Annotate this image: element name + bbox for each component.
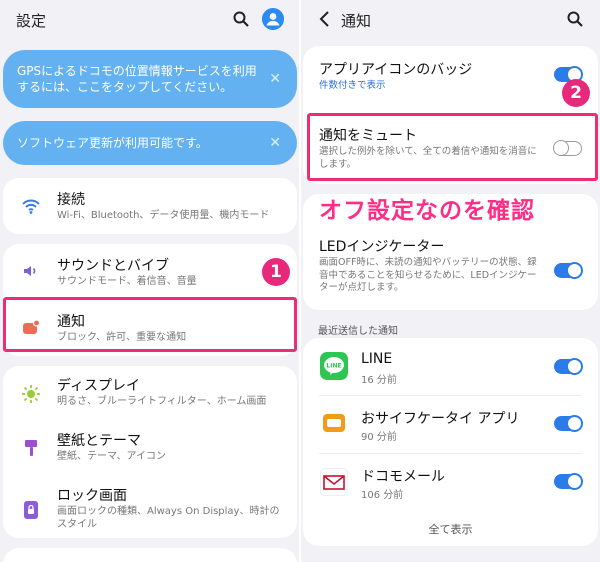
app-icon-badge-row[interactable]: アプリアイコンのバッジ 件数付きで表示 [303,46,598,104]
settings-item-wallpaper[interactable]: 壁紙とテーマ 壁紙、テーマ、アイコン [3,422,297,478]
mute-highlight [307,113,598,181]
recent-notifications-label: 最近送信した通知 [318,326,398,337]
led-indicator-row[interactable]: LEDインジケーター 画面OFF時に、未読の通知やバッテリーの状態、録音中である… [303,230,598,310]
page-title: 通知 [341,12,372,30]
show-all-link[interactable]: 全て表示 [303,521,598,537]
settings-item-subtitle: サウンドモード、着信音、音量 [57,276,197,287]
docomo-mail-icon [320,468,348,496]
brightness-icon [22,385,40,403]
update-banner-text: ソフトウェア更新が利用可能です。 [17,136,208,150]
settings-item-subtitle: 画面ロックの種類、Always On Display、時計のスタイル [57,506,280,530]
settings-item-connection[interactable]: 接続 Wi-Fi、Bluetooth、データ使用量、機内モード [3,178,297,234]
settings-card-connection: 接続 Wi-Fi、Bluetooth、データ使用量、機内モード [3,178,297,234]
update-banner[interactable]: ソフトウェア更新が利用可能です。 ✕ [3,121,297,165]
back-arrow-icon[interactable] [317,9,333,29]
app-toggle[interactable] [554,415,583,432]
step-2-badge: 2 [562,79,590,107]
settings-item-lockscreen[interactable]: ロック画面 画面ロックの種類、Always On Display、時計のスタイル [3,478,297,538]
led-toggle[interactable] [554,262,583,279]
annotation-caption: オフ設定なのを確認 [319,198,535,224]
app-toggle[interactable] [554,358,583,375]
speaker-icon [24,266,36,276]
settings-item-subtitle: 壁紙、テーマ、アイコン [57,451,166,462]
page-title: 設定 [16,12,47,30]
settings-item-subtitle: 明るさ、ブルーライトフィルター、ホーム画面 [57,396,267,407]
settings-panel: 設定 GPSによるドコモの位置情報サービスを利用するには、ここをタップしてくださ… [0,0,300,562]
settings-header: 設定 [0,0,300,40]
gps-banner[interactable]: GPSによるドコモの位置情報サービスを利用するには、ここをタップしてください。 … [3,50,297,108]
gps-banner-text: GPSによるドコモの位置情報サービスを利用するには、ここをタップしてください。 [17,64,257,94]
paintbrush-icon [25,440,37,456]
settings-item-title: ディスプレイ [57,378,141,394]
row-title: アプリアイコンのバッジ [319,62,473,78]
osaifu-icon [320,409,348,437]
app-row-line[interactable]: LINE LINE 16 分前 [303,338,598,395]
recent-apps-card: LINE LINE 16 分前 おサイフケータイ アプリ 90 分前 ドコモメー… [303,338,598,546]
step-1-badge: 1 [262,258,290,286]
app-toggle[interactable] [554,473,583,490]
lock-icon [24,501,38,519]
settings-item-display[interactable]: ディスプレイ 明るさ、ブルーライトフィルター、ホーム画面 [3,366,297,422]
account-avatar-icon[interactable] [262,8,284,30]
settings-item-sound[interactable]: サウンドとバイブ サウンドモード、着信音、音量 [3,244,297,298]
row-subtitle: 件数付きで表示 [319,80,386,91]
svg-text:LINE: LINE [326,363,341,370]
close-icon[interactable]: ✕ [269,135,281,151]
notifications-highlight [3,297,297,352]
wifi-icon [22,199,40,214]
row-subtitle: 画面OFF時に、未読の通知やバッテリーの状態、録音中であることを知らせるために、… [319,257,537,293]
settings-card-display: ディスプレイ 明るさ、ブルーライトフィルター、ホーム画面 壁紙とテーマ 壁紙、テ… [3,366,297,538]
settings-card-next [3,548,297,562]
app-time: 16 分前 [361,375,397,386]
close-icon[interactable]: ✕ [269,71,281,87]
settings-item-subtitle: Wi-Fi、Bluetooth、データ使用量、機内モード [57,210,270,221]
notifications-panel: 通知 アプリアイコンのバッジ 件数付きで表示 通知をミュート 選択した例外を除い… [301,0,600,562]
search-icon[interactable] [566,10,584,28]
app-name: ドコモメール [361,469,445,485]
settings-item-title: ロック画面 [57,488,127,504]
settings-item-title: 接続 [57,192,85,208]
app-time: 106 分前 [361,490,404,501]
row-title: LEDインジケーター [319,239,445,255]
settings-item-title: サウンドとバイブ [57,258,169,274]
line-icon: LINE [320,352,348,380]
notifications-header: 通知 [301,0,600,40]
app-name: おサイフケータイ アプリ [361,411,520,427]
settings-item-title: 壁紙とテーマ [57,433,141,449]
app-row-docomo-mail[interactable]: ドコモメール 106 分前 [303,454,598,511]
app-time: 90 分前 [361,432,397,443]
app-row-osaifu[interactable]: おサイフケータイ アプリ 90 分前 [303,396,598,453]
app-name: LINE [361,351,393,367]
search-icon[interactable] [232,10,250,28]
